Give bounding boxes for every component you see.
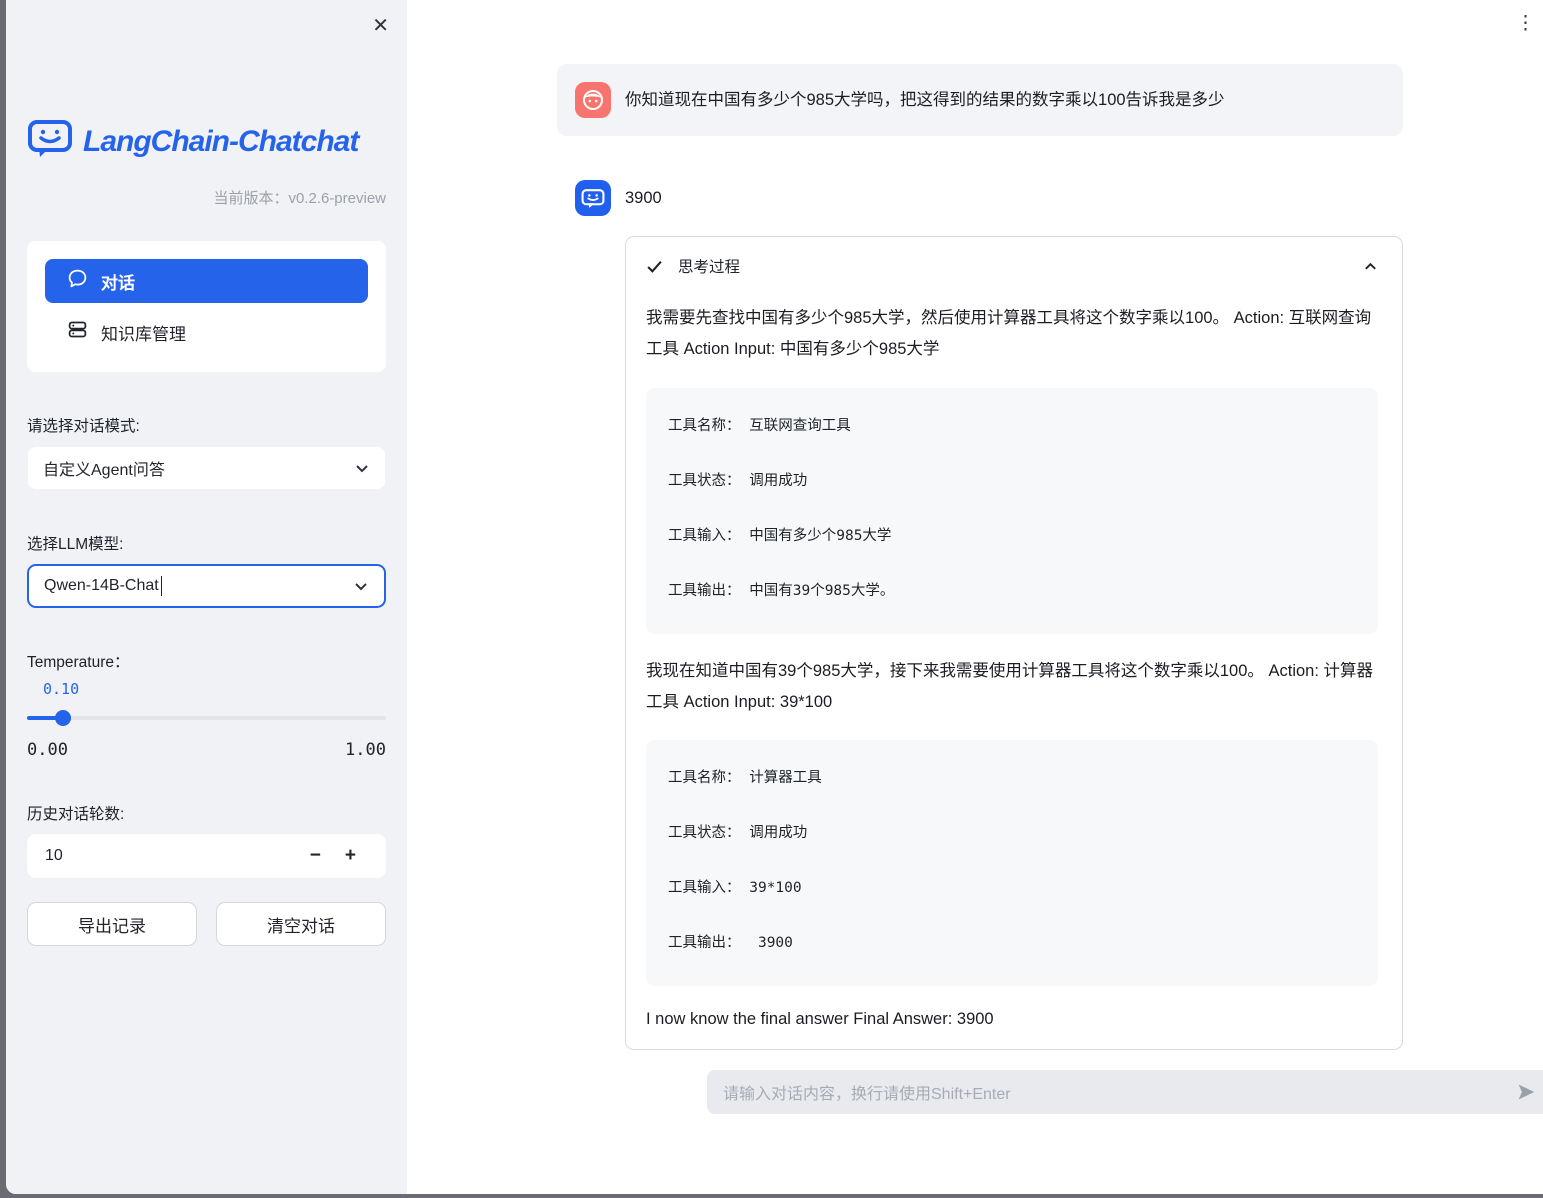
export-button[interactable]: 导出记录	[27, 902, 197, 946]
slider-thumb[interactable]	[55, 710, 71, 726]
thought-expander: 思考过程 我需要先查找中国有多少个985大学，然后使用计算器工具将这个数字乘以1…	[625, 236, 1403, 1050]
nav-card: 对话 知识库管理	[27, 241, 386, 372]
sidebar-item-knowledge[interactable]: 知识库管理	[45, 310, 368, 354]
tool-line: 工具状态： 调用成功	[668, 821, 1356, 876]
thought-paragraph-1: 我需要先查找中国有多少个985大学，然后使用计算器工具将这个数字乘以100。 A…	[646, 303, 1378, 366]
minus-button[interactable]: −	[298, 845, 333, 867]
slider-track[interactable]	[27, 716, 386, 720]
tool-call-block-1: 工具名称： 互联网查询工具 工具状态： 调用成功 工具输入： 中国有多少个985…	[646, 388, 1378, 634]
sidebar-item-label: 对话	[101, 269, 135, 294]
database-icon	[67, 319, 88, 345]
tool-line: 工具输入： 中国有多少个985大学	[668, 524, 1356, 579]
llm-model-select[interactable]: Qwen-14B-Chat	[27, 564, 386, 608]
final-answer-text: I now know the final answer Final Answer…	[646, 1010, 1378, 1029]
chatchat-logo-icon	[27, 118, 73, 165]
text-cursor	[161, 576, 163, 596]
tool-line: 工具输入： 39*100	[668, 876, 1356, 931]
kebab-menu-icon[interactable]: ⋮	[1516, 14, 1535, 33]
user-message-text: 你知道现在中国有多少个985大学吗，把这得到的结果的数字乘以100告诉我是多少	[625, 87, 1225, 113]
dialog-mode-value: 自定义Agent问答	[43, 456, 165, 480]
version-line: 当前版本：v0.2.6-preview	[27, 187, 386, 208]
history-value[interactable]: 10	[45, 847, 298, 865]
dialog-mode-label: 请选择对话模式:	[27, 414, 386, 436]
close-sidebar-button[interactable]: ✕	[372, 16, 389, 36]
temperature-value: 0.10	[43, 680, 386, 698]
dialog-mode-select[interactable]: 自定义Agent问答	[27, 446, 386, 490]
chat-input[interactable]: 请输入对话内容，换行请使用Shift+Enter	[707, 1070, 1543, 1114]
assistant-answer-text: 3900	[625, 185, 662, 211]
history-label: 历史对话轮数:	[27, 802, 386, 824]
slider-range: 0.00 1.00	[27, 740, 386, 760]
thought-paragraph-2: 我现在知道中国有39个985大学，接下来我需要使用计算器工具将这个数字乘以100…	[646, 656, 1378, 719]
tool-line: 工具输出： 3900	[668, 931, 1356, 986]
user-avatar	[575, 82, 611, 118]
chevron-up-icon	[1363, 259, 1378, 274]
app-window: ✕ LangChain-Chatchat 当前版本：v0.2.6-preview	[6, 0, 1543, 1194]
user-message: 你知道现在中国有多少个985大学吗，把这得到的结果的数字乘以100告诉我是多少	[557, 64, 1403, 136]
tool-line: 工具名称： 互联网查询工具	[668, 414, 1356, 469]
send-icon[interactable]	[1515, 1081, 1537, 1103]
assistant-avatar	[575, 180, 611, 216]
history-number-input[interactable]: 10 − +	[27, 834, 386, 878]
temperature-label: Temperature：	[27, 650, 386, 672]
version-label: 当前版本：	[213, 190, 288, 207]
chevron-down-icon	[353, 578, 369, 594]
sidebar-item-label: 知识库管理	[101, 320, 186, 345]
app-logo: LangChain-Chatchat	[27, 118, 386, 165]
clear-button[interactable]: 清空对话	[216, 902, 386, 946]
chevron-down-icon	[354, 460, 370, 476]
sidebar: ✕ LangChain-Chatchat 当前版本：v0.2.6-preview	[6, 0, 407, 1194]
llm-model-label: 选择LLM模型:	[27, 532, 386, 554]
slider-max: 1.00	[345, 740, 386, 760]
plus-button[interactable]: +	[333, 845, 368, 867]
tool-line: 工具输出： 中国有39个985大学。	[668, 579, 1356, 634]
temperature-slider[interactable]	[27, 710, 386, 726]
check-icon	[646, 258, 663, 275]
version-value: v0.2.6-preview	[288, 190, 386, 207]
slider-min: 0.00	[27, 740, 68, 760]
tool-line: 工具状态： 调用成功	[668, 469, 1356, 524]
chat-column: 你知道现在中国有多少个985大学吗，把这得到的结果的数字乘以100告诉我是多少 …	[557, 0, 1403, 1194]
sidebar-actions: 导出记录 清空对话	[27, 902, 386, 946]
chat-bubble-icon	[67, 268, 88, 294]
chat-input-placeholder: 请输入对话内容，换行请使用Shift+Enter	[723, 1080, 1515, 1104]
expander-header[interactable]: 思考过程	[646, 251, 1378, 281]
logo-title: LangChain-Chatchat	[83, 125, 358, 159]
tool-line: 工具名称： 计算器工具	[668, 766, 1356, 821]
expander-title: 思考过程	[678, 255, 1348, 277]
main-area: ⋮ 你知道现在中国有多少个985大学吗，把这得到的结果的数字乘以100告诉我是多…	[407, 0, 1543, 1194]
sidebar-item-dialog[interactable]: 对话	[45, 259, 368, 303]
llm-model-value: Qwen-14B-Chat	[44, 576, 162, 596]
tool-call-block-2: 工具名称： 计算器工具 工具状态： 调用成功 工具输入： 39*100 工具输出…	[646, 740, 1378, 986]
assistant-message: 3900	[557, 180, 1403, 216]
